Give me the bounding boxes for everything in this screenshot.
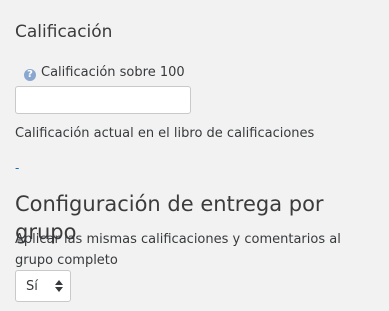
grade-out-of-text: Calificación sobre 100 [41,65,185,80]
grade-out-of-label: ? Calificación sobre 100 [24,64,185,82]
apply-to-group-select[interactable]: Sí [15,270,71,302]
grade-input[interactable] [15,86,191,114]
grading-panel: Calificación ? Calificación sobre 100 Ca… [0,0,389,311]
grade-section-title: Calificación [15,22,113,42]
question-circle-icon[interactable]: ? [24,68,36,81]
sort-arrows-icon [55,279,63,293]
apply-to-group-label: Aplicar las mismas calificaciones y come… [15,232,341,268]
current-grade-link[interactable]: - [15,160,19,176]
current-grade-in-gradebook: Calificación actual en el libro de calif… [15,126,315,141]
apply-to-group-select-value: Sí [26,278,38,294]
